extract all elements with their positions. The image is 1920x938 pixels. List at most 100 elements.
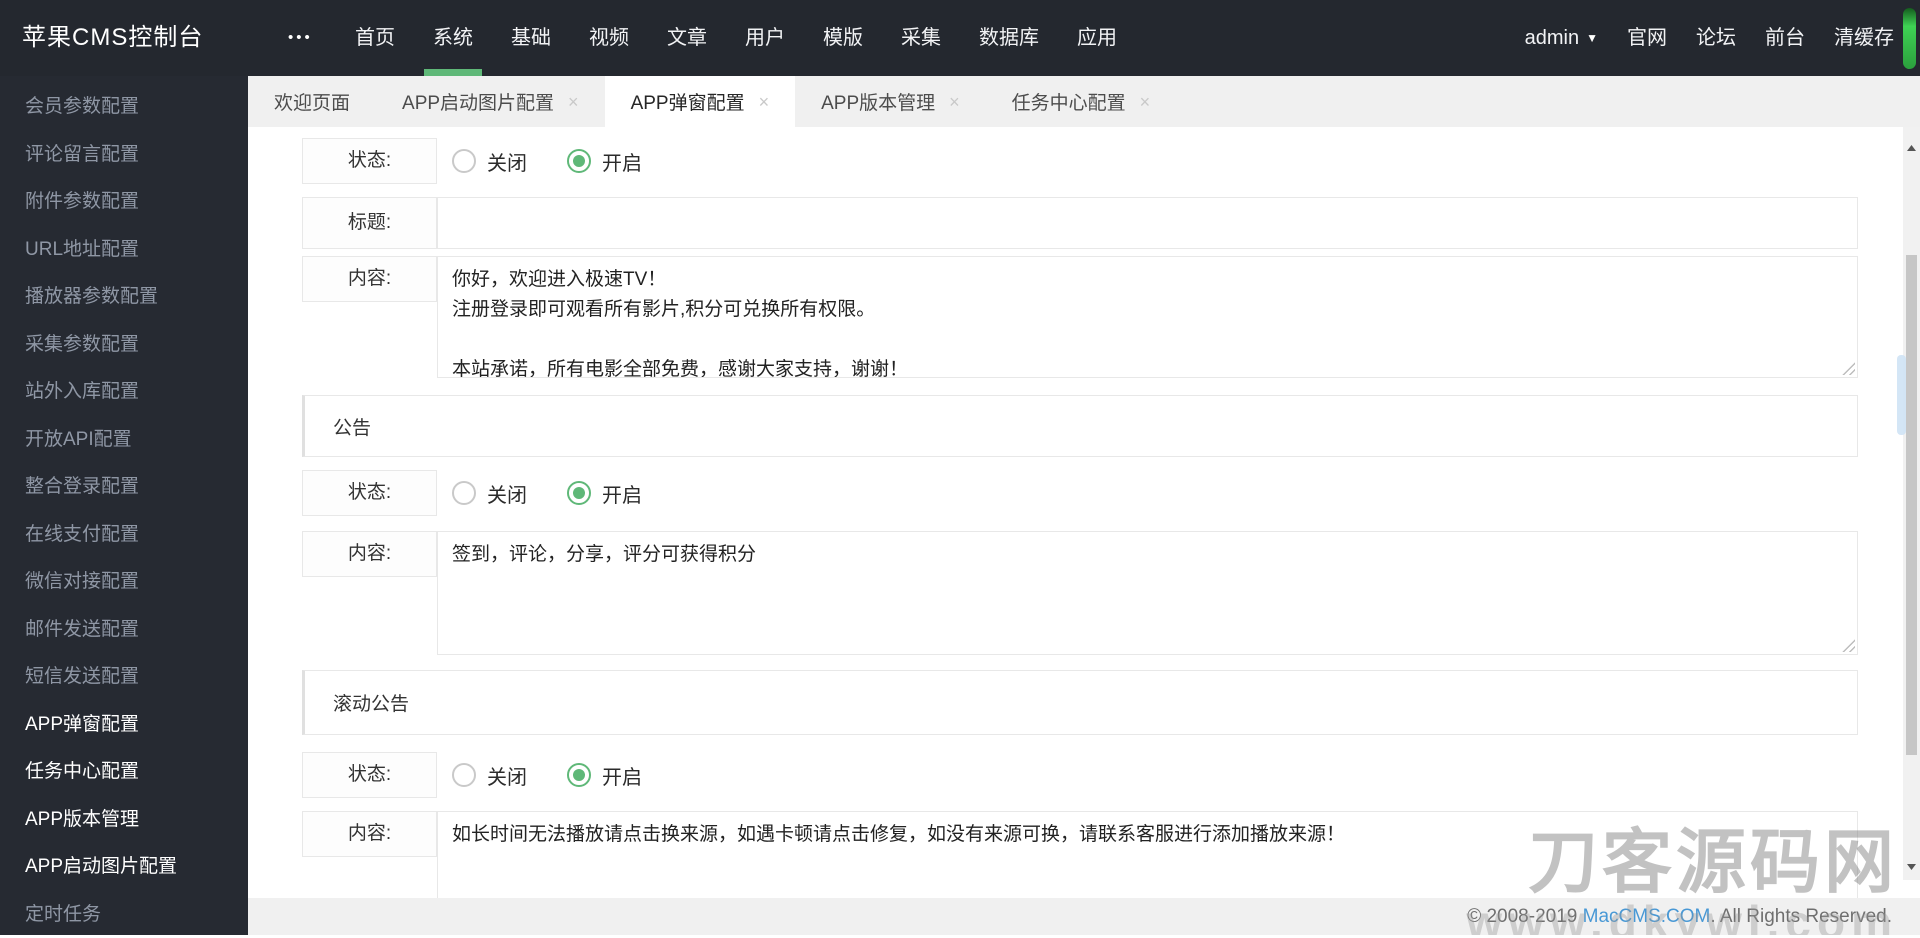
username: admin bbox=[1525, 27, 1579, 49]
tab-bar: 欢迎页面 APP启动图片配置 × APP弹窗配置 × APP版本管理 × 任务中… bbox=[248, 76, 1920, 127]
radio-option-on[interactable]: 开启 bbox=[567, 761, 642, 790]
app-logo: 苹果CMS控制台 bbox=[22, 0, 203, 76]
link-official-site[interactable]: 官网 bbox=[1627, 0, 1667, 76]
scroll-down-icon[interactable] bbox=[1903, 858, 1920, 875]
link-forum[interactable]: 论坛 bbox=[1696, 0, 1736, 76]
tab-label: 欢迎页面 bbox=[274, 88, 350, 115]
footer: © 2008-2019 MacCMS.COM. All Rights Reser… bbox=[248, 898, 1920, 935]
section-header-scrolling-notice: 滚动公告 bbox=[302, 670, 1858, 735]
sidebar-item-email-config[interactable]: 邮件发送配置 bbox=[0, 606, 248, 654]
sidebar-item-app-version-manage[interactable]: APP版本管理 bbox=[0, 796, 248, 844]
content-label: 内容: bbox=[302, 811, 437, 857]
tab-app-popup-config[interactable]: APP弹窗配置 × bbox=[605, 76, 796, 127]
link-front-site[interactable]: 前台 bbox=[1765, 0, 1805, 76]
notice-status-radio-group: 关闭 开启 bbox=[437, 470, 642, 516]
radio-option-off[interactable]: 关闭 bbox=[452, 147, 527, 176]
sidebar-item-wechat-config[interactable]: 微信对接配置 bbox=[0, 558, 248, 606]
close-icon[interactable]: × bbox=[759, 93, 770, 111]
topnav-item-template[interactable]: 模版 bbox=[804, 0, 882, 76]
radio-off-label: 关闭 bbox=[487, 479, 527, 508]
notice-content-textarea[interactable]: 签到，评论，分享，评分可获得积分 bbox=[437, 531, 1858, 655]
radio-on-label: 开启 bbox=[602, 479, 642, 508]
topnav-item-system[interactable]: 系统 bbox=[414, 0, 492, 76]
radio-off-icon[interactable] bbox=[452, 763, 476, 787]
scrolling-notice-status-radio-group: 关闭 开启 bbox=[437, 752, 642, 798]
close-icon[interactable]: × bbox=[1140, 93, 1151, 111]
sidebar-item-collect-config[interactable]: 采集参数配置 bbox=[0, 321, 248, 369]
popup-content-wrapper: 你好，欢迎进入极速TV！ 注册登录即可观看所有影片,积分可兑换所有权限。 本站承… bbox=[437, 256, 1858, 378]
tab-label: APP启动图片配置 bbox=[402, 88, 554, 115]
top-navigation: 首页 系统 基础 视频 文章 用户 模版 采集 数据库 应用 bbox=[336, 0, 1136, 76]
scrollbar-thumb[interactable] bbox=[1906, 255, 1917, 755]
topnav-item-article[interactable]: 文章 bbox=[648, 0, 726, 76]
status-label: 状态: bbox=[302, 138, 437, 184]
status-label: 状态: bbox=[302, 470, 437, 516]
user-menu[interactable]: admin ▼ bbox=[1525, 0, 1598, 76]
tab-welcome[interactable]: 欢迎页面 bbox=[248, 76, 376, 127]
radio-off-label: 关闭 bbox=[487, 147, 527, 176]
scroll-up-icon[interactable] bbox=[1903, 139, 1920, 156]
radio-option-on[interactable]: 开启 bbox=[567, 147, 642, 176]
form-content: 状态: 关闭 开启 标题: 内容: 你好，欢迎进入极速TV！ 注册登录即可观看所… bbox=[248, 127, 1920, 935]
copyright-suffix: . All Rights Reserved. bbox=[1710, 906, 1892, 927]
topnav-item-app[interactable]: 应用 bbox=[1058, 0, 1136, 76]
title-label: 标题: bbox=[302, 197, 437, 249]
tab-label: 任务中心配置 bbox=[1012, 88, 1126, 115]
topnav-item-user[interactable]: 用户 bbox=[726, 0, 804, 76]
sidebar-item-comment-config[interactable]: 评论留言配置 bbox=[0, 131, 248, 179]
radio-off-icon[interactable] bbox=[452, 149, 476, 173]
main-area: 欢迎页面 APP启动图片配置 × APP弹窗配置 × APP版本管理 × 任务中… bbox=[248, 76, 1920, 935]
close-icon[interactable]: × bbox=[949, 93, 960, 111]
radio-on-icon[interactable] bbox=[567, 763, 591, 787]
sidebar-item-app-splash-config[interactable]: APP启动图片配置 bbox=[0, 843, 248, 891]
radio-option-off[interactable]: 关闭 bbox=[452, 761, 527, 790]
topnav-item-database[interactable]: 数据库 bbox=[960, 0, 1058, 76]
sidebar: 会员参数配置 评论留言配置 附件参数配置 URL地址配置 播放器参数配置 采集参… bbox=[0, 76, 248, 935]
sidebar-item-player-config[interactable]: 播放器参数配置 bbox=[0, 273, 248, 321]
section-header-notice: 公告 bbox=[302, 395, 1858, 457]
topnav-item-video[interactable]: 视频 bbox=[570, 0, 648, 76]
sidebar-item-app-popup-config[interactable]: APP弹窗配置 bbox=[0, 701, 248, 749]
topbar-right: admin ▼ 官网 论坛 前台 清缓存 bbox=[1525, 0, 1894, 76]
radio-off-icon[interactable] bbox=[452, 481, 476, 505]
chevron-down-icon: ▼ bbox=[1586, 0, 1598, 76]
sidebar-item-integrated-login-config[interactable]: 整合登录配置 bbox=[0, 463, 248, 511]
vertical-scrollbar[interactable] bbox=[1903, 127, 1920, 880]
sidebar-item-member-config[interactable]: 会员参数配置 bbox=[0, 83, 248, 131]
sidebar-item-sms-config[interactable]: 短信发送配置 bbox=[0, 653, 248, 701]
sidebar-item-open-api-config[interactable]: 开放API配置 bbox=[0, 416, 248, 464]
topnav-item-home[interactable]: 首页 bbox=[336, 0, 414, 76]
sidebar-item-online-pay-config[interactable]: 在线支付配置 bbox=[0, 511, 248, 559]
status-label: 状态: bbox=[302, 752, 437, 798]
sidebar-item-attachment-config[interactable]: 附件参数配置 bbox=[0, 178, 248, 226]
popup-content-textarea[interactable]: 你好，欢迎进入极速TV！ 注册登录即可观看所有影片,积分可兑换所有权限。 本站承… bbox=[437, 256, 1858, 378]
copyright-prefix: © 2008-2019 bbox=[1467, 906, 1582, 927]
radio-option-on[interactable]: 开启 bbox=[567, 479, 642, 508]
sidebar-item-url-config[interactable]: URL地址配置 bbox=[0, 226, 248, 274]
topnav-item-collect[interactable]: 采集 bbox=[882, 0, 960, 76]
radio-option-off[interactable]: 关闭 bbox=[452, 479, 527, 508]
notice-content-wrapper: 签到，评论，分享，评分可获得积分 bbox=[437, 531, 1858, 655]
popup-status-radio-group: 关闭 开启 bbox=[437, 138, 642, 184]
radio-on-icon[interactable] bbox=[567, 481, 591, 505]
radio-on-label: 开启 bbox=[602, 147, 642, 176]
sidebar-item-external-store-config[interactable]: 站外入库配置 bbox=[0, 368, 248, 416]
sidebar-item-scheduled-tasks[interactable]: 定时任务 bbox=[0, 891, 248, 938]
sidebar-item-task-center-config[interactable]: 任务中心配置 bbox=[0, 748, 248, 796]
tab-label: APP版本管理 bbox=[821, 88, 935, 115]
maccms-link[interactable]: MacCMS.COM bbox=[1583, 906, 1711, 927]
link-clear-cache[interactable]: 清缓存 bbox=[1834, 0, 1894, 76]
close-icon[interactable]: × bbox=[568, 93, 579, 111]
tab-app-version-manage[interactable]: APP版本管理 × bbox=[795, 76, 986, 127]
popup-title-input[interactable] bbox=[437, 197, 1858, 249]
topbar-scroll-indicator bbox=[1903, 8, 1916, 69]
radio-on-icon[interactable] bbox=[567, 149, 591, 173]
tab-label: APP弹窗配置 bbox=[631, 88, 745, 115]
tab-task-center-config[interactable]: 任务中心配置 × bbox=[986, 76, 1177, 127]
tab-app-splash-config[interactable]: APP启动图片配置 × bbox=[376, 76, 605, 127]
more-menu-icon[interactable]: ••• bbox=[288, 0, 313, 76]
topbar: 苹果CMS控制台 ••• 首页 系统 基础 视频 文章 用户 模版 采集 数据库… bbox=[0, 0, 1920, 76]
content-label: 内容: bbox=[302, 256, 437, 302]
topnav-item-basic[interactable]: 基础 bbox=[492, 0, 570, 76]
scrollbar-highlight bbox=[1897, 355, 1906, 435]
